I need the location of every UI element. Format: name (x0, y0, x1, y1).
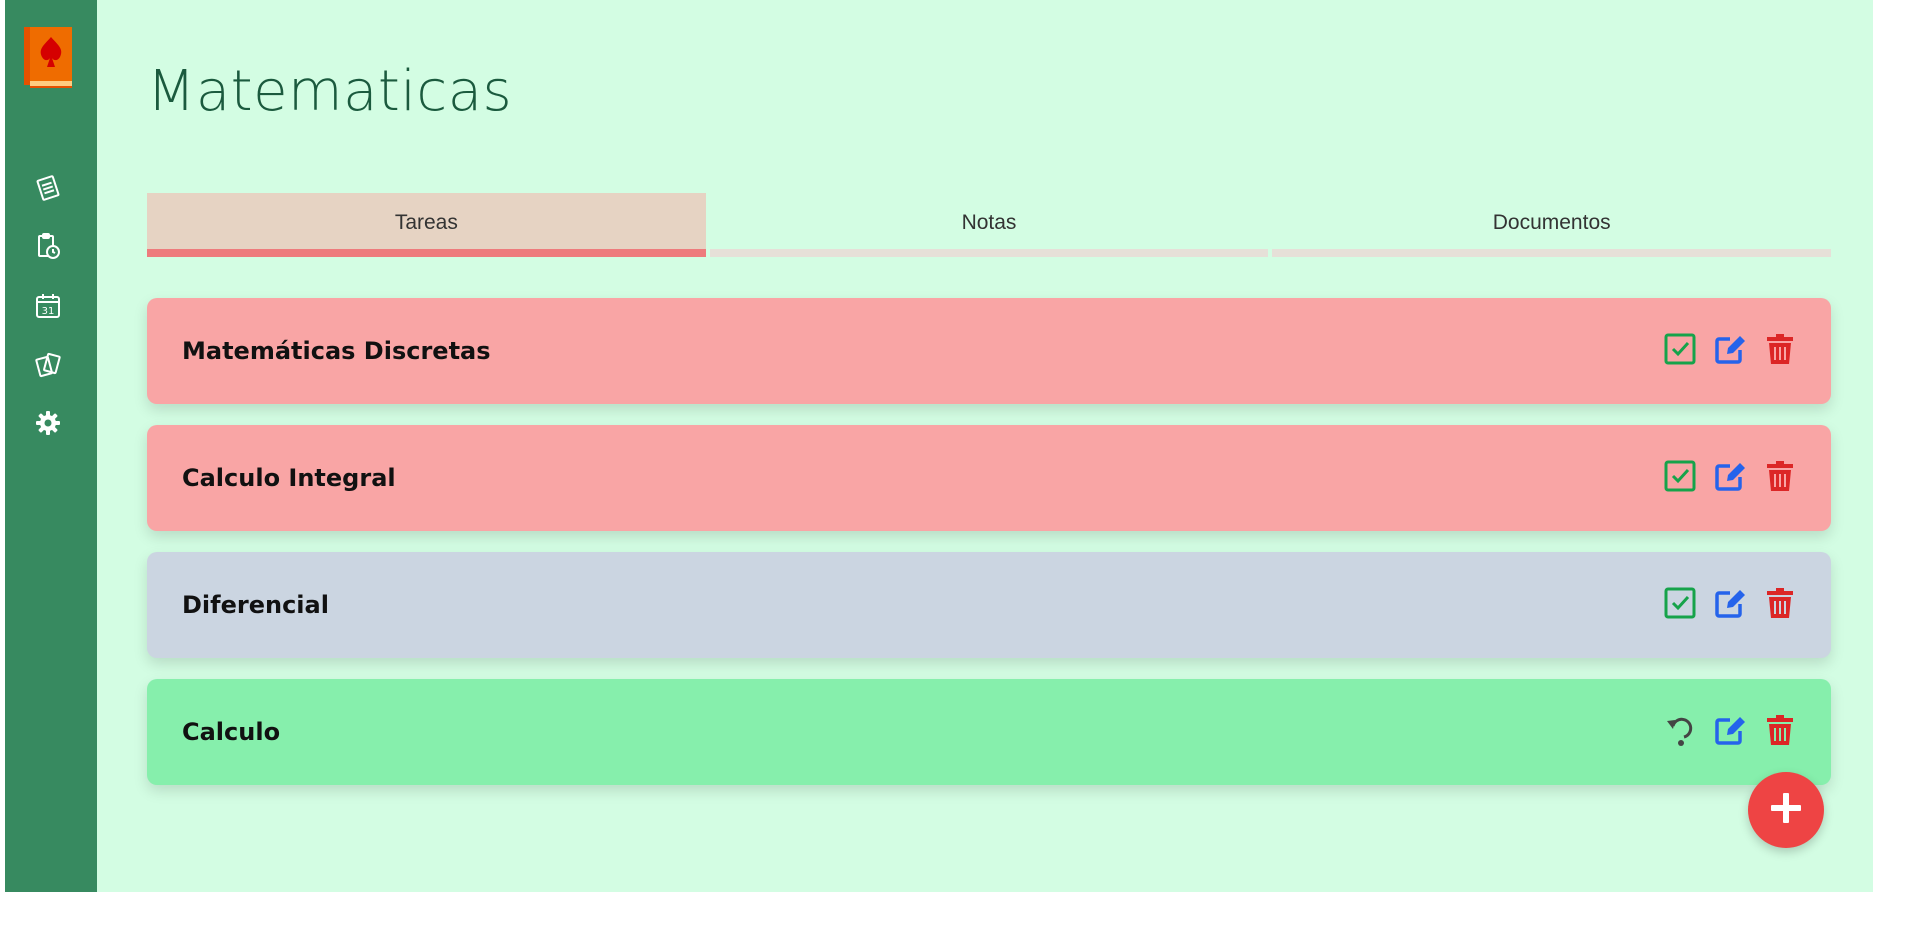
app-window: 31 Matematicas Tareas Notas Documentos M… (5, 0, 1873, 892)
clipboard-clock-icon (33, 231, 63, 265)
trash-icon (1763, 459, 1797, 497)
edit-button[interactable] (1712, 460, 1748, 496)
sidebar: 31 (5, 0, 97, 892)
undo-button[interactable] (1662, 714, 1698, 750)
undo-icon (1663, 713, 1697, 751)
page-title: Matematicas (147, 59, 513, 124)
delete-button[interactable] (1762, 333, 1798, 369)
edit-icon (1713, 586, 1747, 624)
task-title: Matemáticas Discretas (182, 337, 491, 365)
plus-icon (1765, 787, 1807, 833)
tab-indicator (147, 249, 706, 257)
cards-icon (33, 350, 63, 384)
edit-button[interactable] (1712, 714, 1748, 750)
sidebar-item-settings[interactable] (30, 407, 66, 443)
delete-button[interactable] (1762, 714, 1798, 750)
edit-icon (1713, 713, 1747, 751)
task-card[interactable]: Diferencial (147, 552, 1831, 658)
trash-icon (1763, 586, 1797, 624)
tab-indicator (1272, 249, 1832, 257)
calendar-day: 31 (42, 306, 55, 317)
tab-bar: Tareas Notas Documentos (147, 193, 1832, 257)
tab-indicator (709, 249, 1269, 257)
tab-label: Documentos (1492, 211, 1611, 234)
complete-button[interactable] (1662, 587, 1698, 623)
sidebar-item-calendar[interactable]: 31 (30, 290, 66, 326)
complete-button[interactable] (1662, 333, 1698, 369)
tab-label: Tareas (394, 211, 458, 234)
sidebar-item-notes[interactable] (30, 172, 66, 208)
trash-icon (1763, 713, 1797, 751)
task-card[interactable]: Calculo Integral (147, 425, 1831, 531)
task-title: Calculo (182, 718, 281, 746)
edit-button[interactable] (1712, 333, 1748, 369)
tab-notas[interactable]: Notas (709, 193, 1269, 257)
task-actions (1662, 714, 1798, 750)
complete-button[interactable] (1662, 460, 1698, 496)
task-actions (1662, 587, 1798, 623)
edit-button[interactable] (1712, 587, 1748, 623)
task-actions (1662, 333, 1798, 369)
edit-icon (1713, 332, 1747, 370)
edit-icon (1713, 459, 1747, 497)
notepad-icon (33, 173, 63, 207)
sidebar-item-cards[interactable] (30, 349, 66, 385)
sidebar-item-pending[interactable] (30, 230, 66, 266)
gear-icon (33, 408, 63, 442)
tab-label: Notas (961, 211, 1017, 234)
add-task-button[interactable] (1748, 772, 1824, 848)
tab-tareas[interactable]: Tareas (147, 193, 706, 257)
checkbox-check-icon (1663, 586, 1697, 624)
task-card[interactable]: Matemáticas Discretas (147, 298, 1831, 404)
delete-button[interactable] (1762, 587, 1798, 623)
checkbox-check-icon (1663, 332, 1697, 370)
task-card[interactable]: Calculo (147, 679, 1831, 785)
task-title: Calculo Integral (182, 464, 396, 492)
logo-book-icon (22, 25, 74, 89)
delete-button[interactable] (1762, 460, 1798, 496)
checkbox-check-icon (1663, 459, 1697, 497)
task-actions (1662, 460, 1798, 496)
trash-icon (1763, 332, 1797, 370)
task-title: Diferencial (182, 591, 329, 619)
calendar-icon: 31 (33, 291, 63, 325)
tab-documentos[interactable]: Documentos (1272, 193, 1832, 257)
